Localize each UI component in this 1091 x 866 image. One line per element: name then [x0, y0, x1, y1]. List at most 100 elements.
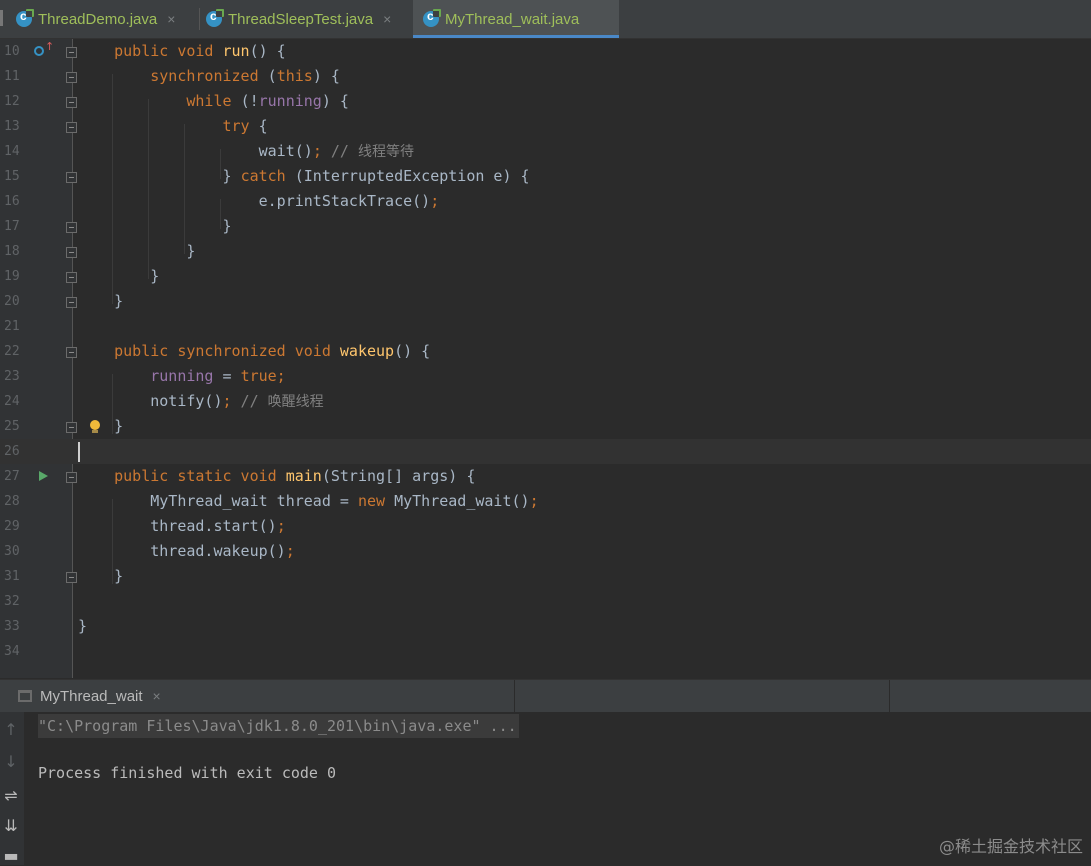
code-line[interactable]: 21: [0, 314, 1091, 339]
code-line[interactable]: 23 running = true;: [0, 364, 1091, 389]
fold-marker-icon[interactable]: [66, 347, 77, 358]
tab-threadsleeptest[interactable]: ThreadSleepTest.java ×: [200, 0, 416, 38]
arrow-up-icon[interactable]: ↑: [0, 720, 22, 740]
code-token: public synchronized void: [114, 342, 340, 360]
code-token: ;: [430, 192, 440, 210]
code-text: public void run() {: [78, 39, 286, 64]
line-number: 14: [4, 144, 20, 159]
override-method-icon[interactable]: [34, 46, 44, 56]
code-line[interactable]: 17 }: [0, 214, 1091, 239]
code-line[interactable]: 19 }: [0, 264, 1091, 289]
code-token: thread.start(): [78, 517, 277, 535]
lightbulb-icon[interactable]: [89, 420, 101, 434]
code-line[interactable]: 13 try {: [0, 114, 1091, 139]
code-line[interactable]: 32: [0, 589, 1091, 614]
arrow-down-icon[interactable]: ↓: [0, 752, 22, 772]
fold-marker-icon[interactable]: [66, 72, 77, 83]
code-line[interactable]: 27 public static void main(String[] args…: [0, 464, 1091, 489]
code-token: (: [267, 67, 277, 85]
line-number: 32: [4, 594, 20, 609]
fold-marker-icon[interactable]: [66, 272, 77, 283]
run-console[interactable]: ↑ ↓ ⇌ ⇊ ▬ "C:\Program Files\Java\jdk1.8.…: [0, 712, 1091, 865]
code-token: }: [78, 567, 124, 585]
line-number: 25: [4, 419, 20, 434]
line-number: 22: [4, 344, 20, 359]
run-tab-mythread-wait[interactable]: MyThread_wait ×: [0, 680, 161, 712]
code-line[interactable]: 31 }: [0, 564, 1091, 589]
tab-close-icon[interactable]: ×: [383, 11, 391, 27]
code-token: public void: [114, 42, 223, 60]
code-line[interactable]: 16 e.printStackTrace();: [0, 189, 1091, 214]
fold-marker-icon[interactable]: [66, 47, 77, 58]
code-line[interactable]: 20 }: [0, 289, 1091, 314]
fold-marker-icon[interactable]: [66, 422, 77, 433]
code-token: (!: [240, 92, 259, 110]
indent-guide: [112, 374, 113, 434]
line-number: 27: [4, 469, 20, 484]
code-token: notify(): [78, 392, 223, 410]
tab-threaddemo[interactable]: ThreadDemo.java ×: [10, 0, 200, 38]
fold-marker-icon[interactable]: [66, 97, 77, 108]
code-token: {: [258, 117, 268, 135]
code-token: this: [276, 67, 313, 85]
watermark: @稀土掘金技术社区: [938, 837, 1083, 856]
console-command-line[interactable]: "C:\Program Files\Java\jdk1.8.0_201\bin\…: [38, 714, 519, 738]
code-line[interactable]: 30 thread.wakeup();: [0, 539, 1091, 564]
code-line[interactable]: 34: [0, 639, 1091, 664]
line-number: 17: [4, 219, 20, 234]
code-line[interactable]: 25 }: [0, 414, 1091, 439]
code-text: e.printStackTrace();: [78, 189, 440, 214]
run-arrow-icon[interactable]: [39, 471, 48, 481]
fold-marker-icon[interactable]: [66, 122, 77, 133]
indent-guide: [148, 99, 149, 279]
fold-marker-icon[interactable]: [66, 172, 77, 183]
code-line[interactable]: 22 public synchronized void wakeup() {: [0, 339, 1091, 364]
code-line[interactable]: 18 }: [0, 239, 1091, 264]
code-text: public static void main(String[] args) {: [78, 464, 475, 489]
code-text: thread.wakeup();: [78, 539, 295, 564]
code-token: wait(): [78, 142, 313, 160]
fold-marker-icon[interactable]: [66, 247, 77, 258]
code-token: //: [321, 142, 358, 160]
print-icon[interactable]: ▬: [0, 846, 22, 866]
indent-guide: [184, 124, 185, 254]
tab-mythread-wait[interactable]: MyThread_wait.java: [413, 0, 619, 38]
scroll-to-end-icon[interactable]: ⇊: [0, 816, 22, 836]
code-token: 线程等待: [357, 144, 414, 160]
line-number: 13: [4, 119, 20, 134]
soft-wrap-icon[interactable]: ⇌: [0, 786, 22, 806]
code-line[interactable]: 28 MyThread_wait thread = new MyThread_w…: [0, 489, 1091, 514]
code-line[interactable]: 11 synchronized (this) {: [0, 64, 1091, 89]
indent-guide: [112, 499, 113, 584]
fold-marker-icon[interactable]: [66, 572, 77, 583]
fold-marker-icon[interactable]: [66, 472, 77, 483]
code-text: public synchronized void wakeup() {: [78, 339, 430, 364]
code-editor[interactable]: 10 public void run() {11 synchronized (t…: [0, 39, 1091, 678]
line-number: 28: [4, 494, 20, 509]
tab-scroll-indicator: [0, 10, 3, 26]
fold-marker-icon[interactable]: [66, 222, 77, 233]
line-number: 18: [4, 244, 20, 259]
fold-marker-icon[interactable]: [66, 297, 77, 308]
code-line[interactable]: 15 } catch (InterruptedException e) {: [0, 164, 1091, 189]
indent-guide: [112, 74, 113, 304]
tab-close-icon[interactable]: ×: [167, 11, 175, 27]
code-line[interactable]: 33}: [0, 614, 1091, 639]
code-line[interactable]: 29 thread.start();: [0, 514, 1091, 539]
code-token: }: [78, 167, 241, 185]
code-token: }: [78, 617, 88, 635]
code-line[interactable]: 24 notify(); // 唤醒线程: [0, 389, 1091, 414]
indent-guide: [220, 149, 221, 179]
code-line[interactable]: 14 wait(); // 线程等待: [0, 139, 1091, 164]
line-number: 11: [4, 69, 20, 84]
code-token: (String[] args) {: [321, 467, 476, 485]
line-number: 21: [4, 319, 20, 334]
code-token: =: [222, 367, 241, 385]
code-line[interactable]: 12 while (!running) {: [0, 89, 1091, 114]
run-config-icon: [18, 690, 32, 702]
code-line[interactable]: 10 public void run() {: [0, 39, 1091, 64]
text-caret: [78, 442, 80, 462]
code-line[interactable]: 26: [0, 439, 1091, 464]
run-tab-close-icon[interactable]: ×: [153, 688, 161, 704]
